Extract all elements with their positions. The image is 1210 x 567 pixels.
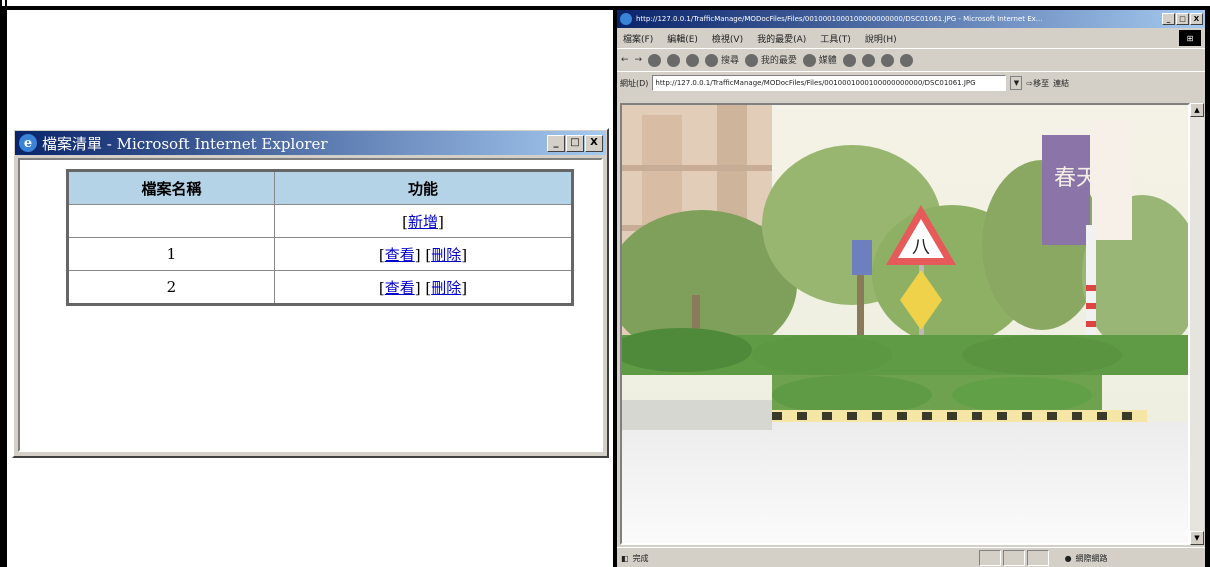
- cell-actions: [新增]: [273, 204, 574, 238]
- go-button[interactable]: ⇨移至: [1026, 78, 1049, 89]
- edit-icon[interactable]: [899, 53, 913, 67]
- add-link[interactable]: 新增: [408, 213, 438, 231]
- menu-favorites[interactable]: 我的最愛(A): [757, 32, 806, 45]
- address-input[interactable]: http://127.0.0.1/TrafficManage/MODocFile…: [652, 75, 1007, 91]
- media-icon: [802, 54, 816, 67]
- road-sign-text: 八: [912, 237, 930, 258]
- refresh-icon[interactable]: [667, 53, 681, 67]
- forward-icon[interactable]: →: [635, 55, 643, 65]
- address-value: http://127.0.0.1/TrafficManage/MODocFile…: [655, 79, 976, 87]
- status-text: 完成: [632, 553, 649, 563]
- ie-icon: [620, 13, 632, 25]
- print-icon[interactable]: [880, 53, 894, 67]
- status-cell: [978, 550, 1001, 566]
- file-list-window: e 檔案清單 - Microsoft Internet Explorer _ □…: [12, 128, 609, 458]
- image-viewport: 春天 八: [620, 103, 1190, 545]
- cell-filename: 2: [67, 270, 275, 305]
- table-row-add: [新增]: [67, 204, 574, 238]
- internet-zone-icon: ●: [1064, 553, 1072, 563]
- minimize-button[interactable]: _: [547, 134, 565, 152]
- viewer-window-title: http://127.0.0.1/TrafficManage/MODocFile…: [636, 15, 1043, 23]
- close-button[interactable]: X: [1190, 13, 1203, 25]
- favorites-icon: [744, 54, 758, 67]
- close-button[interactable]: X: [585, 134, 603, 152]
- table-row: 2 [查看] [刪除]: [67, 270, 574, 305]
- file-list-titlebar[interactable]: e 檔案清單 - Microsoft Internet Explorer _ □…: [15, 131, 606, 155]
- scroll-up-icon[interactable]: ▲: [1190, 103, 1204, 117]
- delete-link[interactable]: 刪除: [431, 279, 461, 297]
- street-photo: 春天 八: [622, 105, 1188, 543]
- search-icon: [705, 54, 719, 67]
- search-button[interactable]: 搜尋: [705, 53, 739, 67]
- view-link[interactable]: 查看: [385, 246, 415, 264]
- history-icon[interactable]: [842, 53, 856, 67]
- file-list-table: 檔案名稱 功能 [新增] 1 [查看] [刪除] 2 [查看] [刪除]: [66, 169, 574, 306]
- status-cell: [1026, 550, 1049, 566]
- status-bar: ◧ 完成 ● 網際網路: [617, 547, 1205, 567]
- minimize-button[interactable]: _: [1162, 13, 1175, 25]
- address-dropdown-icon[interactable]: ▼: [1010, 76, 1023, 90]
- viewer-titlebar[interactable]: http://127.0.0.1/TrafficManage/MODocFile…: [617, 10, 1205, 28]
- table-row: 1 [查看] [刪除]: [67, 237, 574, 271]
- menu-help[interactable]: 說明(H): [865, 32, 897, 45]
- cell-actions: [查看] [刪除]: [273, 270, 574, 305]
- table-header-row: 檔案名稱 功能: [67, 170, 574, 205]
- address-bar: 網址(D) http://127.0.0.1/TrafficManage/MOD…: [617, 72, 1205, 94]
- status-cell: [1002, 550, 1025, 566]
- menu-tools[interactable]: 工具(T): [820, 32, 851, 45]
- zone-text: 網際網路: [1075, 553, 1108, 563]
- file-list-window-title: 檔案清單 - Microsoft Internet Explorer: [42, 134, 328, 153]
- address-label: 網址(D): [620, 78, 649, 88]
- frame-left-border: [0, 0, 7, 567]
- cell-filename: [67, 204, 275, 238]
- windows-logo-icon: ⊞: [1179, 30, 1201, 46]
- cell-filename: 1: [67, 237, 275, 271]
- cell-actions: [查看] [刪除]: [273, 237, 574, 271]
- scroll-down-icon[interactable]: ▼: [1190, 531, 1204, 545]
- stop-icon[interactable]: [648, 53, 662, 67]
- view-link[interactable]: 查看: [385, 279, 415, 297]
- favorites-button[interactable]: 我的最愛: [744, 53, 797, 67]
- banner-text: 春天: [1054, 166, 1098, 191]
- maximize-button[interactable]: □: [1176, 13, 1189, 25]
- menu-bar: 檔案(F) 編輯(E) 檢視(V) 我的最愛(A) 工具(T) 說明(H) ⊞: [617, 28, 1205, 49]
- menu-edit[interactable]: 編輯(E): [667, 32, 698, 45]
- mail-icon[interactable]: [861, 53, 875, 67]
- file-list-content: 檔案名稱 功能 [新增] 1 [查看] [刪除] 2 [查看] [刪除]: [18, 158, 603, 452]
- column-header-filename: 檔案名稱: [67, 170, 275, 205]
- standard-toolbar: ← → 搜尋 我的最愛 媒體: [617, 49, 1205, 72]
- column-header-actions: 功能: [273, 170, 574, 205]
- menu-file[interactable]: 檔案(F): [623, 32, 653, 45]
- delete-link[interactable]: 刪除: [431, 246, 461, 264]
- media-button[interactable]: 媒體: [802, 53, 837, 67]
- maximize-button[interactable]: □: [566, 134, 584, 152]
- back-icon[interactable]: ←: [621, 55, 629, 65]
- image-viewer-window: http://127.0.0.1/TrafficManage/MODocFile…: [617, 10, 1205, 567]
- home-icon[interactable]: [686, 53, 700, 67]
- frame-right-border: [1205, 6, 1210, 567]
- vertical-scrollbar[interactable]: ▲ ▼: [1190, 103, 1204, 545]
- done-icon: ◧: [621, 553, 629, 563]
- ie-icon: e: [19, 134, 37, 152]
- links-button[interactable]: 連結: [1053, 78, 1069, 89]
- menu-view[interactable]: 檢視(V): [712, 32, 743, 45]
